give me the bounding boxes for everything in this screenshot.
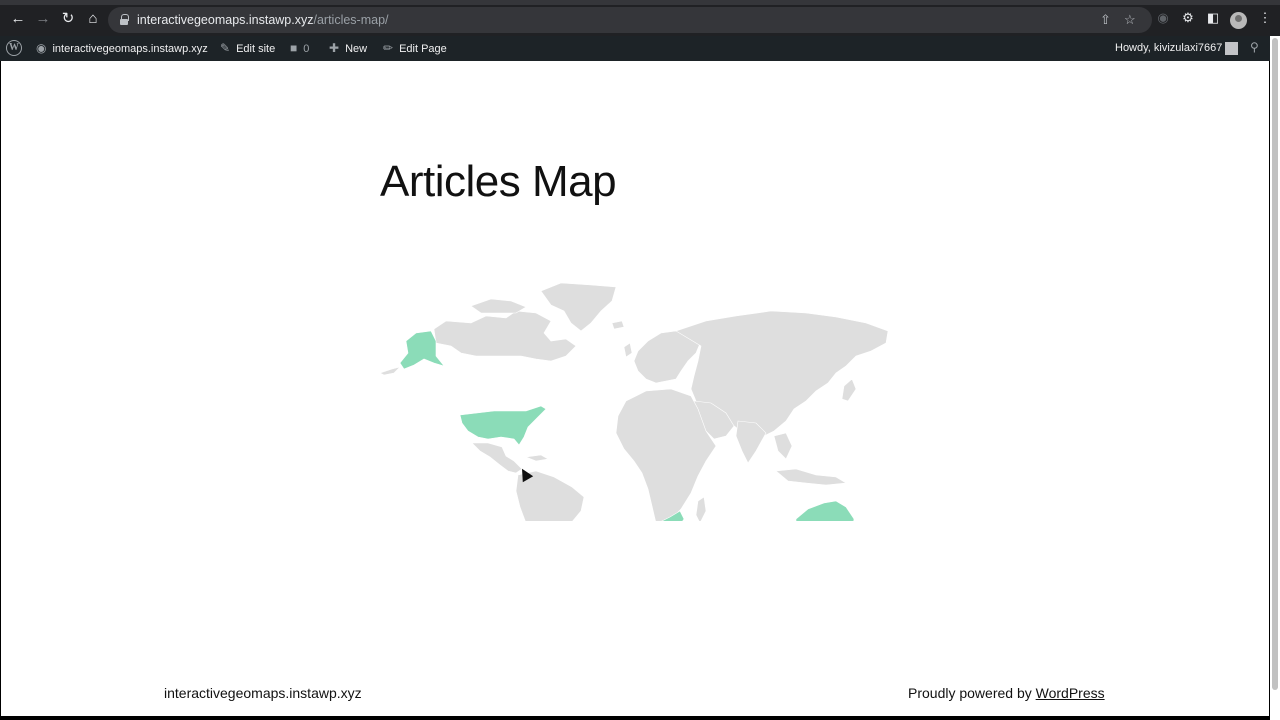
url-text: interactivegeomaps.instawp.xyz/articles-…	[137, 13, 389, 27]
world-map-svg[interactable]	[376, 261, 896, 521]
map-region-canada[interactable]	[433, 310, 577, 362]
extensions-icon[interactable]: ⚙	[1179, 10, 1197, 26]
browser-toolbar: ← → ↻ ⌂ interactivegeomaps.instawp.xyz/a…	[0, 0, 1280, 36]
map-region-mexico[interactable]	[471, 442, 523, 474]
lock-icon	[120, 14, 129, 25]
tab-strip	[0, 0, 1280, 5]
cast-icon[interactable]: ◉	[1154, 10, 1172, 26]
search-icon[interactable]: ⚲	[1250, 40, 1259, 54]
map-region-greenland[interactable]	[540, 282, 617, 332]
map-region-australia[interactable]	[795, 500, 855, 521]
adminbar-comments[interactable]: ■ 0	[290, 36, 309, 61]
adminbar-edit-site[interactable]: ✎ Edit site	[220, 36, 275, 61]
footer-site-title[interactable]: interactivegeomaps.instawp.xyz	[164, 685, 362, 701]
map-region-madagascar[interactable]	[695, 496, 707, 521]
side-panel-icon[interactable]: ◧	[1204, 10, 1222, 26]
home-icon[interactable]: ⌂	[84, 10, 102, 28]
map-region-arctic-islands[interactable]	[470, 298, 527, 314]
page-title: Articles Map	[380, 157, 617, 206]
wordpress-link[interactable]: WordPress	[1036, 685, 1105, 701]
share-icon[interactable]: ⇧	[1100, 12, 1111, 28]
dashboard-icon: ◉	[36, 41, 47, 55]
adminbar-site-name[interactable]: ◉ interactivegeomaps.instawp.xyz	[36, 36, 208, 61]
adminbar-howdy[interactable]: Howdy, kivizulaxi7667	[1115, 36, 1222, 61]
wp-admin-bar: W ◉ interactivegeomaps.instawp.xyz ✎ Edit …	[0, 36, 1270, 61]
pencil-icon: ✏	[383, 41, 394, 55]
profile-avatar[interactable]	[1230, 12, 1247, 29]
page-content: Articles Map interactivegeomaps.instawp.…	[1, 61, 1269, 716]
map-region-aleutians[interactable]	[379, 366, 401, 376]
footer-credit: Proudly powered by WordPress	[908, 685, 1105, 701]
comment-bubble-icon: ■	[290, 41, 298, 55]
back-icon[interactable]: ←	[9, 10, 27, 28]
scrollbar-thumb[interactable]	[1272, 38, 1278, 690]
map-region-indonesia[interactable]	[775, 468, 847, 486]
adminbar-edit-page[interactable]: ✏ Edit Page	[383, 36, 447, 61]
world-map[interactable]	[376, 261, 896, 521]
plus-icon: ✚	[329, 41, 340, 55]
map-region-japan[interactable]	[841, 378, 857, 402]
user-avatar[interactable]	[1225, 42, 1238, 55]
address-bar[interactable]: interactivegeomaps.instawp.xyz/articles-…	[108, 7, 1152, 33]
page-scrollbar[interactable]	[1270, 36, 1280, 720]
menu-kebab-icon[interactable]: ⋮	[1256, 10, 1274, 26]
map-region-united-states[interactable]	[459, 405, 547, 446]
map-region-caribbean[interactable]	[524, 454, 549, 462]
bookmark-star-icon[interactable]: ☆	[1124, 12, 1136, 28]
reload-icon[interactable]: ↻	[59, 10, 77, 28]
map-region-iceland[interactable]	[611, 320, 625, 330]
map-region-uk[interactable]	[623, 342, 633, 358]
wordpress-logo-icon[interactable]: W	[6, 40, 22, 56]
map-region-se-asia[interactable]	[773, 432, 793, 460]
adminbar-new[interactable]: ✚ New	[329, 36, 367, 61]
forward-icon[interactable]: →	[34, 10, 52, 28]
brush-icon: ✎	[220, 41, 231, 55]
